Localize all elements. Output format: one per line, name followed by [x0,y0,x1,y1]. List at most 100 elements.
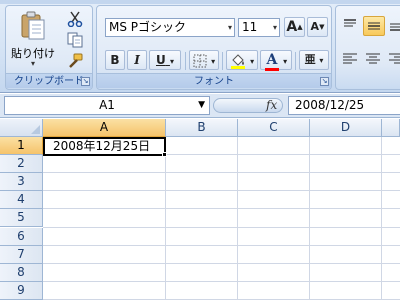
align-center-button[interactable] [363,50,385,70]
font-name-select[interactable]: MS Pゴシック ▾ [105,18,235,37]
gridline-horizontal [43,190,400,192]
row-header-6[interactable]: 6 [0,227,43,246]
font-group: MS Pゴシック ▾ 11 ▾ A▲ A▼ B I U ▾ ▾ ▾ A ▾ 亜 … [96,5,332,90]
fx-icon: fx [266,98,278,112]
shrink-font-label: A [310,20,320,33]
phonetic-dropdown-arrow[interactable]: ▾ [319,56,323,65]
column-header-a[interactable]: A [43,119,166,137]
align-center-icon [366,53,380,64]
clipboard-paste-icon [21,11,45,40]
ribbon: 貼り付け ▾ クリップボード ↘ MS Pゴシック ▾ 11 ▾ A▲ A▼ B… [0,0,400,93]
align-left-button[interactable] [340,50,362,70]
align-top-icon [344,19,356,27]
format-painter-icon[interactable] [66,53,84,69]
copy-icon[interactable] [66,32,84,48]
alignment-group [335,5,400,90]
font-separator-2 [222,52,223,70]
font-color-button[interactable]: A ▾ [260,50,292,71]
font-color-swatch [264,68,279,71]
row-header-1[interactable]: 1 [0,137,43,155]
gridline-horizontal [43,172,400,174]
bold-button[interactable]: B [105,50,125,70]
worksheet-grid: ABCD 123456789 2008年12月25日 [0,119,400,300]
shrink-font-caret-icon: ▼ [319,23,325,31]
font-separator [185,52,186,70]
font-name-dropdown-arrow[interactable]: ▾ [228,19,232,36]
select-all-triangle-icon [31,125,40,134]
column-header-partial[interactable] [382,119,400,137]
shrink-font-button[interactable]: A▼ [307,17,328,37]
font-color-icon: A [264,52,279,71]
fill-handle[interactable] [162,152,167,157]
font-dialog-launcher[interactable]: ↘ [320,77,329,86]
font-size-dropdown-arrow[interactable]: ▾ [273,19,277,36]
align-middle-icon [368,22,380,30]
clipboard-dialog-launcher[interactable]: ↘ [81,77,90,86]
row-header-5[interactable]: 5 [0,209,43,228]
column-header-c[interactable]: C [238,119,310,137]
formula-input[interactable]: 2008/12/25 [288,96,400,115]
ribbon-top-strip [0,0,400,4]
align-top-button[interactable] [340,16,362,36]
row-header-8[interactable]: 8 [0,263,43,282]
font-color-dropdown-arrow[interactable]: ▾ [283,57,287,66]
italic-button[interactable]: I [127,50,147,70]
align-right-icon [389,53,400,64]
row-header-3[interactable]: 3 [0,173,43,192]
column-header-d[interactable]: D [310,119,382,137]
name-box-value: A1 [99,98,115,112]
font-color-label: A [266,52,278,68]
gridline-horizontal [43,244,400,246]
row-header-2[interactable]: 2 [0,155,43,174]
gridline-vertical [237,137,238,300]
formula-bar: A1 ▼ fx 2008/12/25 [0,94,400,118]
align-middle-button[interactable] [363,16,385,36]
underline-button[interactable]: U ▾ [149,50,181,70]
fill-color-dropdown-arrow[interactable]: ▾ [250,57,254,66]
grow-font-caret-icon: ▲ [297,23,303,31]
column-header-b[interactable]: B [166,119,238,137]
font-size-value: 11 [242,20,258,34]
gridline-horizontal [43,280,400,282]
row-header-7[interactable]: 7 [0,245,43,264]
cell-a1-value: 2008年12月25日 [53,139,151,153]
paste-dropdown-arrow[interactable]: ▾ [10,59,56,68]
grow-font-label: A [286,19,298,35]
gridline-vertical [309,137,310,300]
gridline-vertical [165,137,166,300]
fill-bucket-icon [230,53,245,69]
align-bottom-icon [390,23,400,31]
name-box-dropdown-arrow[interactable]: ▼ [198,97,205,114]
underline-label: U [156,53,166,67]
align-bottom-button[interactable] [386,16,400,36]
gridline-vertical [381,137,382,300]
row-header-9[interactable]: 9 [0,281,43,300]
gridline-horizontal [43,226,400,228]
bold-label: B [110,53,120,67]
borders-icon [193,54,207,67]
underline-dropdown-arrow[interactable]: ▾ [170,53,174,71]
gridline-horizontal [43,262,400,264]
borders-dropdown-arrow[interactable]: ▾ [211,57,215,66]
formula-value: 2008/12/25 [295,98,365,112]
paste-button[interactable]: 貼り付け ▾ [10,9,56,71]
insert-function-button[interactable]: fx [266,97,277,114]
clipboard-group-label: クリップボード [6,73,92,88]
align-right-button[interactable] [386,50,400,70]
phonetic-guide-button[interactable]: 亜 ▾ [299,50,329,70]
name-box[interactable]: A1 ▼ [4,96,210,115]
align-left-icon [343,53,357,64]
font-separator-3 [295,52,296,70]
phonetic-guide-label: 亜 [304,53,316,66]
fill-color-button[interactable]: ▾ [226,50,258,70]
row-header-4[interactable]: 4 [0,191,43,210]
select-all-button[interactable] [0,119,43,137]
grow-font-button[interactable]: A▲ [284,17,305,37]
gridline-horizontal [43,208,400,210]
borders-button[interactable]: ▾ [189,50,219,70]
font-name-value: MS Pゴシック [109,20,187,34]
font-group-label: フォント [97,73,331,88]
font-size-select[interactable]: 11 ▾ [238,18,280,37]
cut-icon[interactable] [66,11,84,27]
clipboard-group: 貼り付け ▾ クリップボード ↘ [5,5,93,90]
